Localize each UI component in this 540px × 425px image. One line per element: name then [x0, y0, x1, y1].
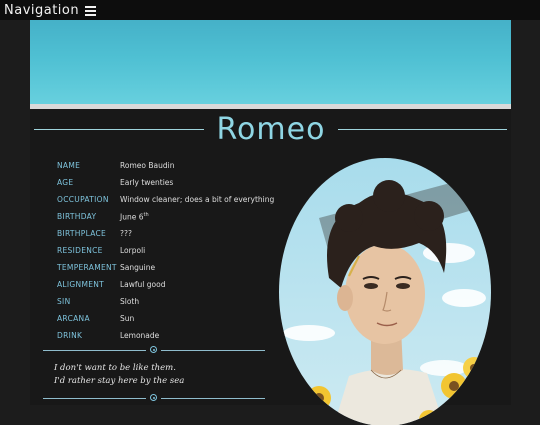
hamburger-icon[interactable] [85, 5, 97, 16]
info-value: Sun [120, 314, 135, 323]
quote-line: I'd rather stay here by the sea [54, 376, 185, 386]
title-rule-left [34, 129, 204, 130]
quote-line: I don't want to be like them. [54, 363, 176, 373]
title-rule-right [338, 129, 507, 130]
character-portrait [279, 158, 492, 425]
info-value: Romeo Baudin [120, 161, 175, 170]
info-row-sin: SIN Sloth [57, 293, 297, 310]
info-value: Lemonade [120, 331, 160, 340]
ornament-icon [150, 394, 157, 401]
profile-page: Romeo NAME Romeo Baudin AGE Early twenti… [30, 20, 511, 425]
info-row-temperament: TEMPERAMENT Sanguine [57, 259, 297, 276]
info-key: DRINK [57, 331, 83, 340]
title-row: Romeo [34, 112, 507, 148]
info-key: ALIGNMENT [57, 280, 105, 289]
info-row-age: AGE Early twenties [57, 174, 297, 191]
ornament-icon [150, 346, 157, 353]
birthday-date: June 6 [120, 212, 144, 222]
ornament-divider [43, 394, 265, 403]
info-row-name: NAME Romeo Baudin [57, 157, 297, 174]
info-key: NAME [57, 161, 81, 170]
page-title: Romeo [216, 112, 326, 147]
info-key: RESIDENCE [57, 246, 103, 255]
info-key: BIRTHDAY [57, 212, 97, 221]
info-value: Lorpoli [120, 246, 146, 255]
info-key: SIN [57, 297, 71, 306]
info-row-occupation: OCCUPATION Window cleaner; does a bit of… [57, 191, 297, 208]
banner-divider [30, 104, 511, 109]
info-key: ARCANA [57, 314, 90, 323]
info-key: BIRTHPLACE [57, 229, 107, 238]
portrait-illustration [279, 158, 491, 425]
top-navbar: Navigation [0, 0, 540, 20]
ordinal-suffix: th [143, 211, 149, 218]
info-value: ??? [120, 229, 132, 238]
info-key: OCCUPATION [57, 195, 109, 204]
info-row-residence: RESIDENCE Lorpoli [57, 242, 297, 259]
info-row-birthday: BIRTHDAY June 6th [57, 208, 297, 225]
info-row-drink: DRINK Lemonade [57, 327, 297, 344]
info-key: AGE [57, 178, 74, 187]
info-value: Sanguine [120, 263, 156, 272]
info-row-birthplace: BIRTHPLACE ??? [57, 225, 297, 242]
info-value: Early twenties [120, 178, 174, 187]
info-key: TEMPERAMENT [57, 263, 117, 272]
info-row-arcana: ARCANA Sun [57, 310, 297, 327]
info-row-alignment: ALIGNMENT Lawful good [57, 276, 297, 293]
ornament-divider [43, 346, 265, 355]
info-value: Window cleaner; does a bit of everything [120, 195, 275, 204]
character-quote: I don't want to be like them. I'd rather… [54, 362, 274, 388]
info-value: Lawful good [120, 280, 166, 289]
profile-info-list: NAME Romeo Baudin AGE Early twenties OCC… [57, 157, 297, 344]
info-value: Sloth [120, 297, 140, 306]
navigation-label[interactable]: Navigation [4, 3, 79, 18]
header-banner [30, 20, 511, 104]
info-value: June 6th [120, 212, 149, 222]
